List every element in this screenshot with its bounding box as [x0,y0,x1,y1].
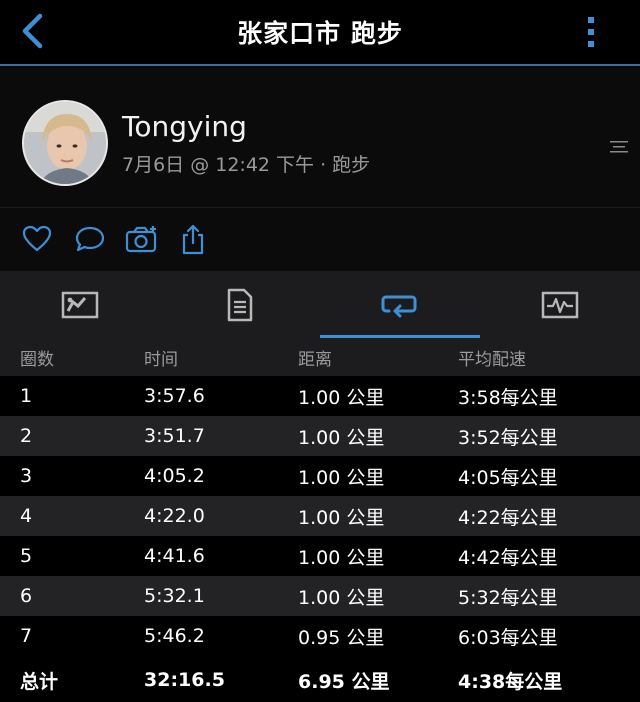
add-photo-button[interactable] [125,222,159,256]
lap-time-cell: 3:51.7 [144,425,205,447]
tab-details[interactable] [160,272,320,338]
lap-distance-cell: 1.00 公里 [298,466,385,489]
lap-number-cell: 6 [20,585,33,607]
page-title: 张家口市 跑步 [237,19,403,48]
lap-pace-cell: 6:03每公里 [458,626,558,649]
comment-icon [75,226,105,252]
total-distance-cell: 6.95 公里 [298,670,390,693]
column-header-pace: 平均配速 [458,349,526,370]
lap-distance-cell: 1.00 公里 [298,546,385,569]
table-row[interactable]: 3 4:05.2 1.00 公里 4:05每公里 [0,456,640,496]
lap-number-cell: 4 [20,505,33,527]
camera-add-icon [125,226,157,253]
share-icon [182,224,204,255]
lap-distance-cell: 1.00 公里 [298,506,385,529]
tab-bar [0,272,640,338]
lap-time-cell: 4:41.6 [144,545,205,567]
tab-stats-chart[interactable] [480,272,640,338]
lap-number-cell: 7 [20,625,33,647]
table-row[interactable]: 1 3:57.6 1.00 公里 3:58每公里 [0,376,640,416]
lap-time-cell: 4:05.2 [144,465,205,487]
lap-number-cell: 1 [20,385,33,407]
lap-pace-cell: 5:32每公里 [458,586,558,609]
lap-pace-cell: 4:05每公里 [458,466,558,489]
tab-map[interactable] [0,272,160,338]
lap-time-cell: 5:32.1 [144,585,205,607]
more-options-button[interactable] [575,12,607,52]
column-header-lap: 圈数 [20,349,54,370]
list-lines-icon[interactable] [610,140,628,154]
lap-distance-cell: 1.00 公里 [298,426,385,449]
comment-button[interactable] [73,222,107,256]
lap-pace-cell: 3:58每公里 [458,386,558,409]
lap-distance-cell: 1.00 公里 [298,386,385,409]
like-button[interactable] [20,222,54,256]
table-row[interactable]: 5 4:41.6 1.00 公里 4:42每公里 [0,536,640,576]
total-time-cell: 32:16.5 [144,669,225,691]
avatar[interactable] [22,100,108,186]
back-button[interactable] [14,10,50,52]
chart-pulse-icon [541,291,579,319]
lap-time-cell: 5:46.2 [144,625,205,647]
heart-icon [22,225,52,252]
lap-distance-cell: 0.95 公里 [298,626,385,649]
activity-datetime: 7月6日 @ 12:42 下午 · 跑步 [122,154,371,176]
laps-loop-icon [381,295,417,318]
lap-pace-cell: 4:42每公里 [458,546,558,569]
user-name[interactable]: Tongying [122,110,247,143]
tab-laps[interactable] [320,272,480,338]
map-icon [61,291,99,319]
activity-profile: Tongying 7月6日 @ 12:42 下午 · 跑步 [0,68,640,208]
lap-distance-cell: 1.00 公里 [298,586,385,609]
avatar-photo-icon [24,102,106,184]
column-header-time: 时间 [144,349,178,370]
lap-number-cell: 3 [20,465,33,487]
laps-table: 圈数 时间 距离 平均配速 1 3:57.6 1.00 公里 3:58每公里 2 3:51… [0,338,640,702]
table-row[interactable]: 7 5:46.2 0.95 公里 6:03每公里 [0,616,640,656]
document-list-icon [227,288,253,322]
table-row[interactable]: 4 4:22.0 1.00 公里 4:22每公里 [0,496,640,536]
table-row[interactable]: 2 3:51.7 1.00 公里 3:52每公里 [0,416,640,456]
table-header-row: 圈数 时间 距离 平均配速 [0,338,640,376]
lap-pace-cell: 3:52每公里 [458,426,558,449]
table-row[interactable]: 6 5:32.1 1.00 公里 5:32每公里 [0,576,640,616]
vertical-dots-icon [588,17,594,47]
total-number-cell: 总计 [20,670,59,693]
column-header-distance: 距离 [298,349,332,370]
lap-number-cell: 2 [20,425,33,447]
chevron-left-icon [22,13,43,49]
lap-time-cell: 3:57.6 [144,385,205,407]
lap-time-cell: 4:22.0 [144,505,205,527]
action-bar [0,208,640,272]
lap-pace-cell: 4:22每公里 [458,506,558,529]
share-button[interactable] [176,222,210,256]
top-bar: 张家口市 跑步 [0,0,640,66]
lap-number-cell: 5 [20,545,33,567]
table-total-row: 总计 32:16.5 6.95 公里 4:38每公里 [0,656,640,702]
total-pace-cell: 4:38每公里 [458,670,563,693]
